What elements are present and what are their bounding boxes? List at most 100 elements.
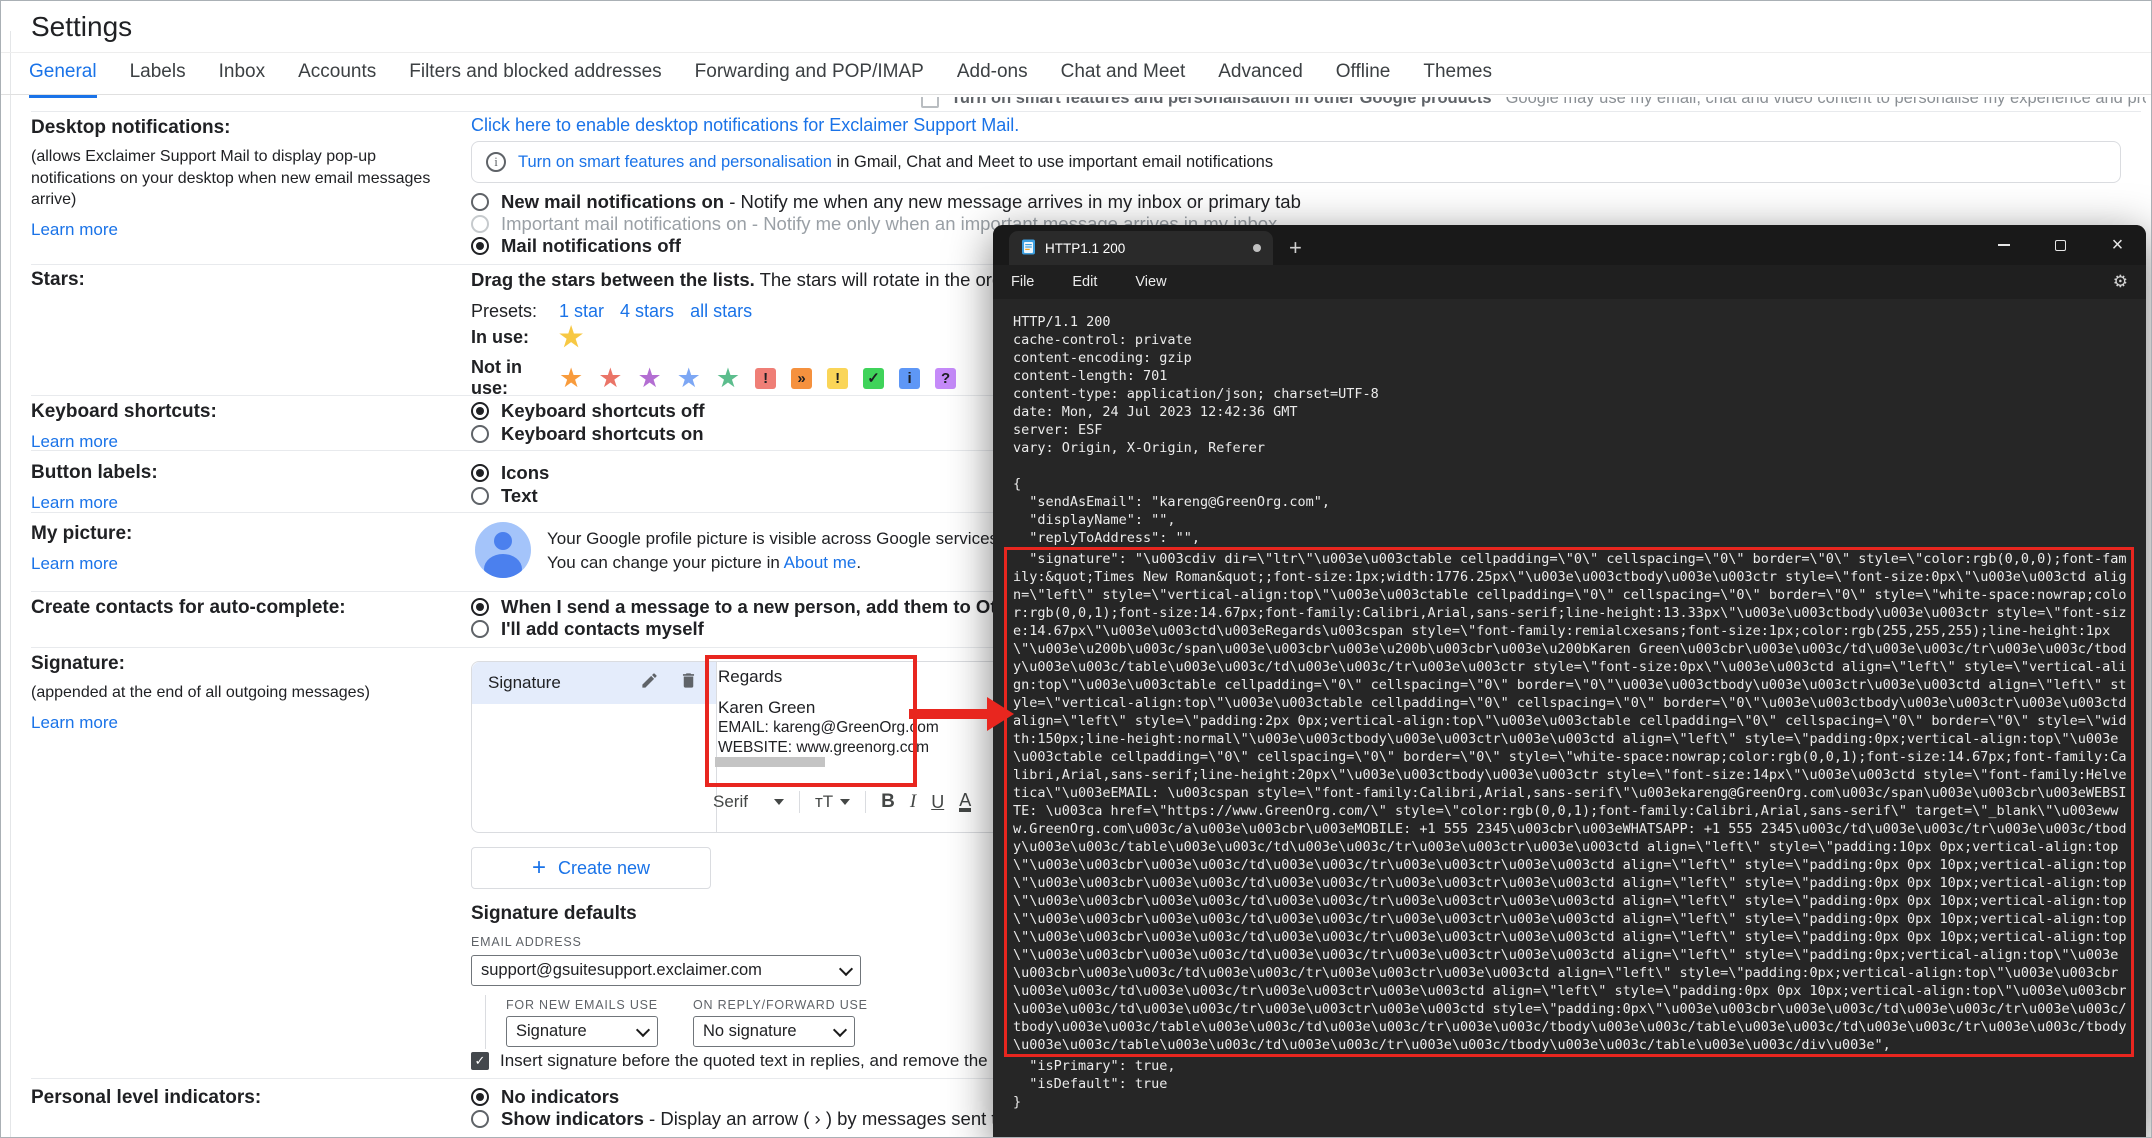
green-check-icon[interactable]: ✓ bbox=[863, 367, 885, 389]
smart-features-info-link[interactable]: Turn on smart features and personalisati… bbox=[518, 153, 832, 171]
notepad-icon bbox=[1021, 238, 1036, 258]
radio-shortcuts-on[interactable] bbox=[471, 425, 489, 443]
radio-shortcuts-off[interactable] bbox=[471, 402, 489, 420]
radio-mail-notifications-off[interactable] bbox=[471, 237, 489, 255]
email-address-select[interactable]: support@gsuitesupport.exclaimer.com bbox=[471, 955, 861, 986]
preset-1-star[interactable]: 1 star bbox=[559, 301, 604, 322]
http-response-headers: HTTP/1.1 200 cache-control: private cont… bbox=[1013, 314, 1379, 546]
tab-accounts[interactable]: Accounts bbox=[298, 61, 376, 98]
not-in-use-label: Not in use: bbox=[471, 357, 522, 398]
smart-features-info-box: i Turn on smart features and personalisa… bbox=[471, 141, 2121, 183]
on-reply-forward-select[interactable]: No signature bbox=[693, 1016, 855, 1047]
notepad-menubar: File Edit View bbox=[993, 265, 2146, 299]
yellow-star-icon[interactable]: ★ bbox=[559, 324, 583, 351]
signature-learn-more[interactable]: Learn more bbox=[31, 713, 451, 733]
gear-icon[interactable]: ⚙ bbox=[2113, 265, 2128, 299]
menu-edit[interactable]: Edit bbox=[1072, 274, 1097, 290]
radio-new-mail-on[interactable] bbox=[471, 193, 489, 211]
minimize-button[interactable] bbox=[1975, 225, 2032, 265]
notepad-titlebar[interactable]: HTTP1.1 200 + × bbox=[993, 225, 2146, 265]
green-star-icon[interactable]: ★ bbox=[716, 364, 740, 391]
tab-filters[interactable]: Filters and blocked addresses bbox=[409, 61, 661, 98]
for-new-emails-label: FOR NEW EMAILS USE bbox=[506, 998, 658, 1012]
my-picture-learn-more[interactable]: Learn more bbox=[31, 554, 451, 574]
for-new-emails-select[interactable]: Signature bbox=[506, 1016, 658, 1047]
smart-features-bold: Turn on smart features and personalisati… bbox=[951, 97, 1492, 107]
desktop-notifications-desc: (allows Exclaimer Support Mail to displa… bbox=[31, 148, 431, 209]
notepad-editor[interactable]: HTTP/1.1 200 cache-control: private cont… bbox=[993, 299, 2146, 1137]
create-new-signature-button[interactable]: + Create new bbox=[471, 847, 711, 889]
desktop-notifications-learn-more[interactable]: Learn more bbox=[31, 220, 451, 240]
icons-label: Icons bbox=[501, 462, 550, 483]
radio-text[interactable] bbox=[471, 487, 489, 505]
new-mail-on-desc: - Notify me when any new message arrives… bbox=[724, 191, 1301, 212]
menu-view[interactable]: View bbox=[1135, 274, 1166, 290]
delete-trash-icon[interactable] bbox=[679, 671, 698, 695]
underline-button[interactable]: U bbox=[931, 792, 944, 813]
radio-show-indicators[interactable] bbox=[471, 1110, 489, 1128]
maximize-button[interactable] bbox=[2032, 225, 2089, 265]
tab-advanced[interactable]: Advanced bbox=[1218, 61, 1303, 98]
keyboard-title: Keyboard shortcuts: bbox=[31, 401, 217, 422]
purple-question-icon[interactable]: ? bbox=[935, 367, 957, 389]
json-signature-value: "signature": "\u003cdiv dir=\"ltr\"\u003… bbox=[1013, 551, 2135, 1053]
tab-themes[interactable]: Themes bbox=[1423, 61, 1492, 98]
stars-in-use-row: In use: ★ bbox=[471, 324, 598, 351]
defaults-indent-guide bbox=[485, 995, 486, 1049]
notepad-window: HTTP1.1 200 + × File Edit View ⚙ HTTP/1.… bbox=[993, 225, 2146, 1137]
edit-pencil-icon[interactable] bbox=[640, 671, 659, 695]
close-icon: × bbox=[2111, 234, 2124, 256]
red-star-icon[interactable]: ★ bbox=[598, 364, 622, 391]
notepad-tab[interactable]: HTTP1.1 200 bbox=[1009, 231, 1273, 265]
orange-star-icon[interactable]: ★ bbox=[559, 364, 583, 391]
page-title: Settings bbox=[31, 11, 133, 42]
email-address-label: EMAIL ADDRESS bbox=[471, 935, 582, 949]
radio-add-contacts-myself[interactable] bbox=[471, 620, 489, 638]
tab-chat-meet[interactable]: Chat and Meet bbox=[1061, 61, 1186, 98]
radio-no-indicators[interactable] bbox=[471, 1088, 489, 1106]
enable-desktop-notifications-link[interactable]: Click here to enable desktop notificatio… bbox=[471, 115, 1019, 136]
unsaved-dot-icon bbox=[1253, 244, 1261, 252]
tab-forwarding[interactable]: Forwarding and POP/IMAP bbox=[695, 61, 924, 98]
menu-file[interactable]: File bbox=[1011, 274, 1034, 290]
button-labels-learn-more[interactable]: Learn more bbox=[31, 493, 451, 513]
blue-info-icon[interactable]: i bbox=[899, 367, 921, 389]
preset-4-stars[interactable]: 4 stars bbox=[620, 301, 674, 322]
red-bang-icon[interactable]: ! bbox=[755, 367, 777, 389]
chevron-down-icon bbox=[838, 961, 854, 976]
text-color-button[interactable]: A bbox=[959, 791, 972, 812]
tab-addons[interactable]: Add-ons bbox=[957, 61, 1028, 98]
purple-star-icon[interactable]: ★ bbox=[637, 364, 661, 391]
screenshot-root: Settings General Labels Inbox Accounts F… bbox=[0, 0, 2152, 1138]
page-left-edge bbox=[10, 31, 11, 1137]
bold-button[interactable]: B bbox=[881, 791, 895, 813]
insert-signature-checkbox[interactable]: ✓ bbox=[471, 1052, 489, 1070]
font-family-dropdown[interactable]: Serif bbox=[713, 792, 784, 812]
my-picture-line2-post: . bbox=[856, 553, 862, 572]
in-use-label: In use: bbox=[471, 327, 530, 347]
smart-features-checkbox[interactable] bbox=[921, 97, 939, 108]
toolbar-separator bbox=[798, 791, 800, 813]
blue-star-icon[interactable]: ★ bbox=[677, 364, 701, 391]
close-button[interactable]: × bbox=[2089, 225, 2146, 265]
yellow-bang-icon[interactable]: ! bbox=[827, 367, 849, 389]
radio-icons[interactable] bbox=[471, 464, 489, 482]
radio-auto-add-contacts[interactable] bbox=[471, 598, 489, 616]
tab-offline[interactable]: Offline bbox=[1336, 61, 1391, 98]
tabs-divider bbox=[1, 94, 2151, 95]
font-size-dropdown[interactable]: тT bbox=[815, 792, 851, 812]
keyboard-learn-more[interactable]: Learn more bbox=[31, 432, 451, 452]
italic-button[interactable]: I bbox=[910, 791, 916, 813]
new-tab-button[interactable]: + bbox=[1289, 235, 1302, 261]
signature-list-item[interactable]: Signature bbox=[472, 662, 716, 704]
section-desktop-notifications-label: Desktop notifications: (allows Exclaimer… bbox=[31, 117, 451, 240]
about-me-link[interactable]: About me bbox=[784, 553, 857, 572]
orange-guillemet-icon[interactable]: » bbox=[791, 367, 813, 389]
radio-important-mail-on[interactable] bbox=[471, 215, 489, 233]
tab-general[interactable]: General bbox=[29, 61, 97, 98]
personal-indicators-title: Personal level indicators: bbox=[31, 1087, 262, 1108]
signature-format-toolbar: Serif тT B I U A bbox=[713, 791, 972, 813]
tab-labels[interactable]: Labels bbox=[130, 61, 186, 98]
tab-inbox[interactable]: Inbox bbox=[219, 61, 265, 98]
preset-all-stars[interactable]: all stars bbox=[690, 301, 752, 322]
